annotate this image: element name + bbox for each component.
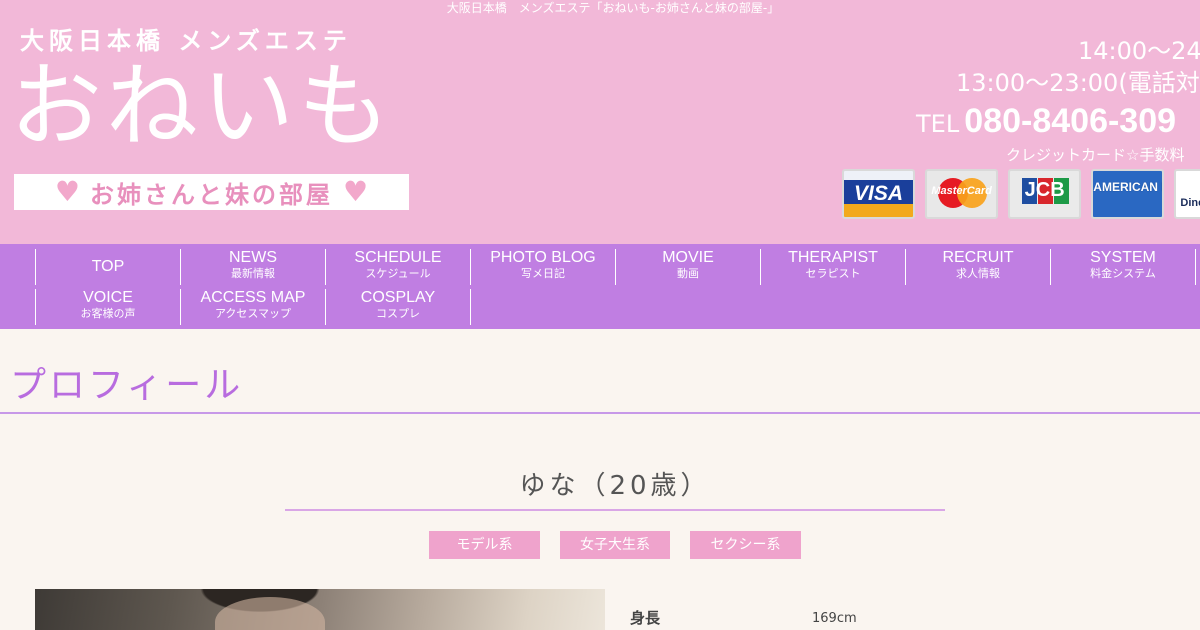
nav-item-schedule[interactable]: SCHEDULE スケジュール bbox=[325, 249, 470, 285]
jcb-card-icon: JCB bbox=[1008, 169, 1082, 219]
diners-card-icon: Diners C INTERNATI bbox=[1174, 169, 1200, 219]
spec-value-height: 169cm bbox=[812, 611, 857, 626]
name-divider bbox=[285, 509, 945, 511]
site-tagline: 大阪日本橋 メンズエステ「おねいも-お姉さんと妹の部屋-」 bbox=[446, 1, 780, 15]
profile-content: プロフィール ゆな（20歳） モデル系 女子大生系 セクシー系 身長 169cm bbox=[0, 329, 1200, 630]
visa-card-icon: VISA bbox=[842, 169, 915, 219]
tel-number[interactable]: 080-8406-309 bbox=[964, 102, 1176, 140]
heart-icon: ♥ bbox=[54, 175, 80, 208]
logo[interactable]: おねいも bbox=[10, 48, 394, 166]
nav-item-system[interactable]: SYSTEM 料金システム bbox=[1050, 249, 1195, 285]
nav-item-top[interactable]: TOP bbox=[35, 249, 180, 285]
spec-label-height: 身長 bbox=[630, 609, 661, 627]
tag-badge: モデル系 bbox=[429, 531, 540, 559]
title-divider bbox=[0, 412, 1200, 414]
page-title: プロフィール bbox=[10, 365, 244, 406]
mastercard-card-icon: MasterCard bbox=[925, 169, 999, 219]
main-navigation: TOP NEWS 最新情報 SCHEDULE スケジュール PHOTO BLOG… bbox=[0, 244, 1200, 329]
phone-number[interactable]: TEL 080-8406-309 bbox=[916, 102, 1176, 141]
logo-band: ♥ お姉さんと妹の部屋 ♥ bbox=[14, 174, 409, 210]
nav-divider bbox=[1195, 249, 1196, 285]
credit-card-note: クレジットカード☆手数料 bbox=[1006, 146, 1185, 164]
nav-item-therapist[interactable]: THERAPIST セラピスト bbox=[760, 249, 905, 285]
amex-card-icon: AMERICAN EXPRESS bbox=[1091, 169, 1165, 219]
logo-band-text: お姉さんと妹の部屋 bbox=[90, 180, 333, 209]
nav-item-recruit[interactable]: RECRUIT 求人情報 bbox=[905, 249, 1050, 285]
heart-icon: ♥ bbox=[343, 175, 369, 208]
tag-badge: セクシー系 bbox=[690, 531, 801, 559]
therapist-photo[interactable] bbox=[35, 589, 605, 630]
nav-item-photo-blog[interactable]: PHOTO BLOG 写メ日記 bbox=[470, 249, 615, 285]
tel-label: TEL bbox=[916, 110, 960, 138]
tag-badge: 女子大生系 bbox=[560, 531, 670, 559]
nav-item-cosplay[interactable]: COSPLAY コスプレ bbox=[325, 289, 470, 325]
therapist-name: ゆな（20歳） bbox=[519, 471, 711, 501]
nav-item-movie[interactable]: MOVIE 動画 bbox=[615, 249, 760, 285]
nav-item-news[interactable]: NEWS 最新情報 bbox=[180, 249, 325, 285]
nav-item-access-map[interactable]: ACCESS MAP アクセスマップ bbox=[180, 289, 325, 325]
site-header: 大阪日本橋 メンズエステ「おねいも-お姉さんと妹の部屋-」 大阪日本橋 メンズエ… bbox=[0, 0, 1200, 244]
business-hours: 14:00～24: bbox=[1078, 37, 1200, 65]
credit-card-logos: VISA MasterCard JCB AMERICAN EXPRESS Din… bbox=[842, 169, 1200, 219]
nav-item-voice[interactable]: VOICE お客様の声 bbox=[35, 289, 180, 325]
phone-hours: 13:00～23:00(電話対応 bbox=[956, 69, 1200, 97]
nav-divider bbox=[470, 289, 471, 325]
